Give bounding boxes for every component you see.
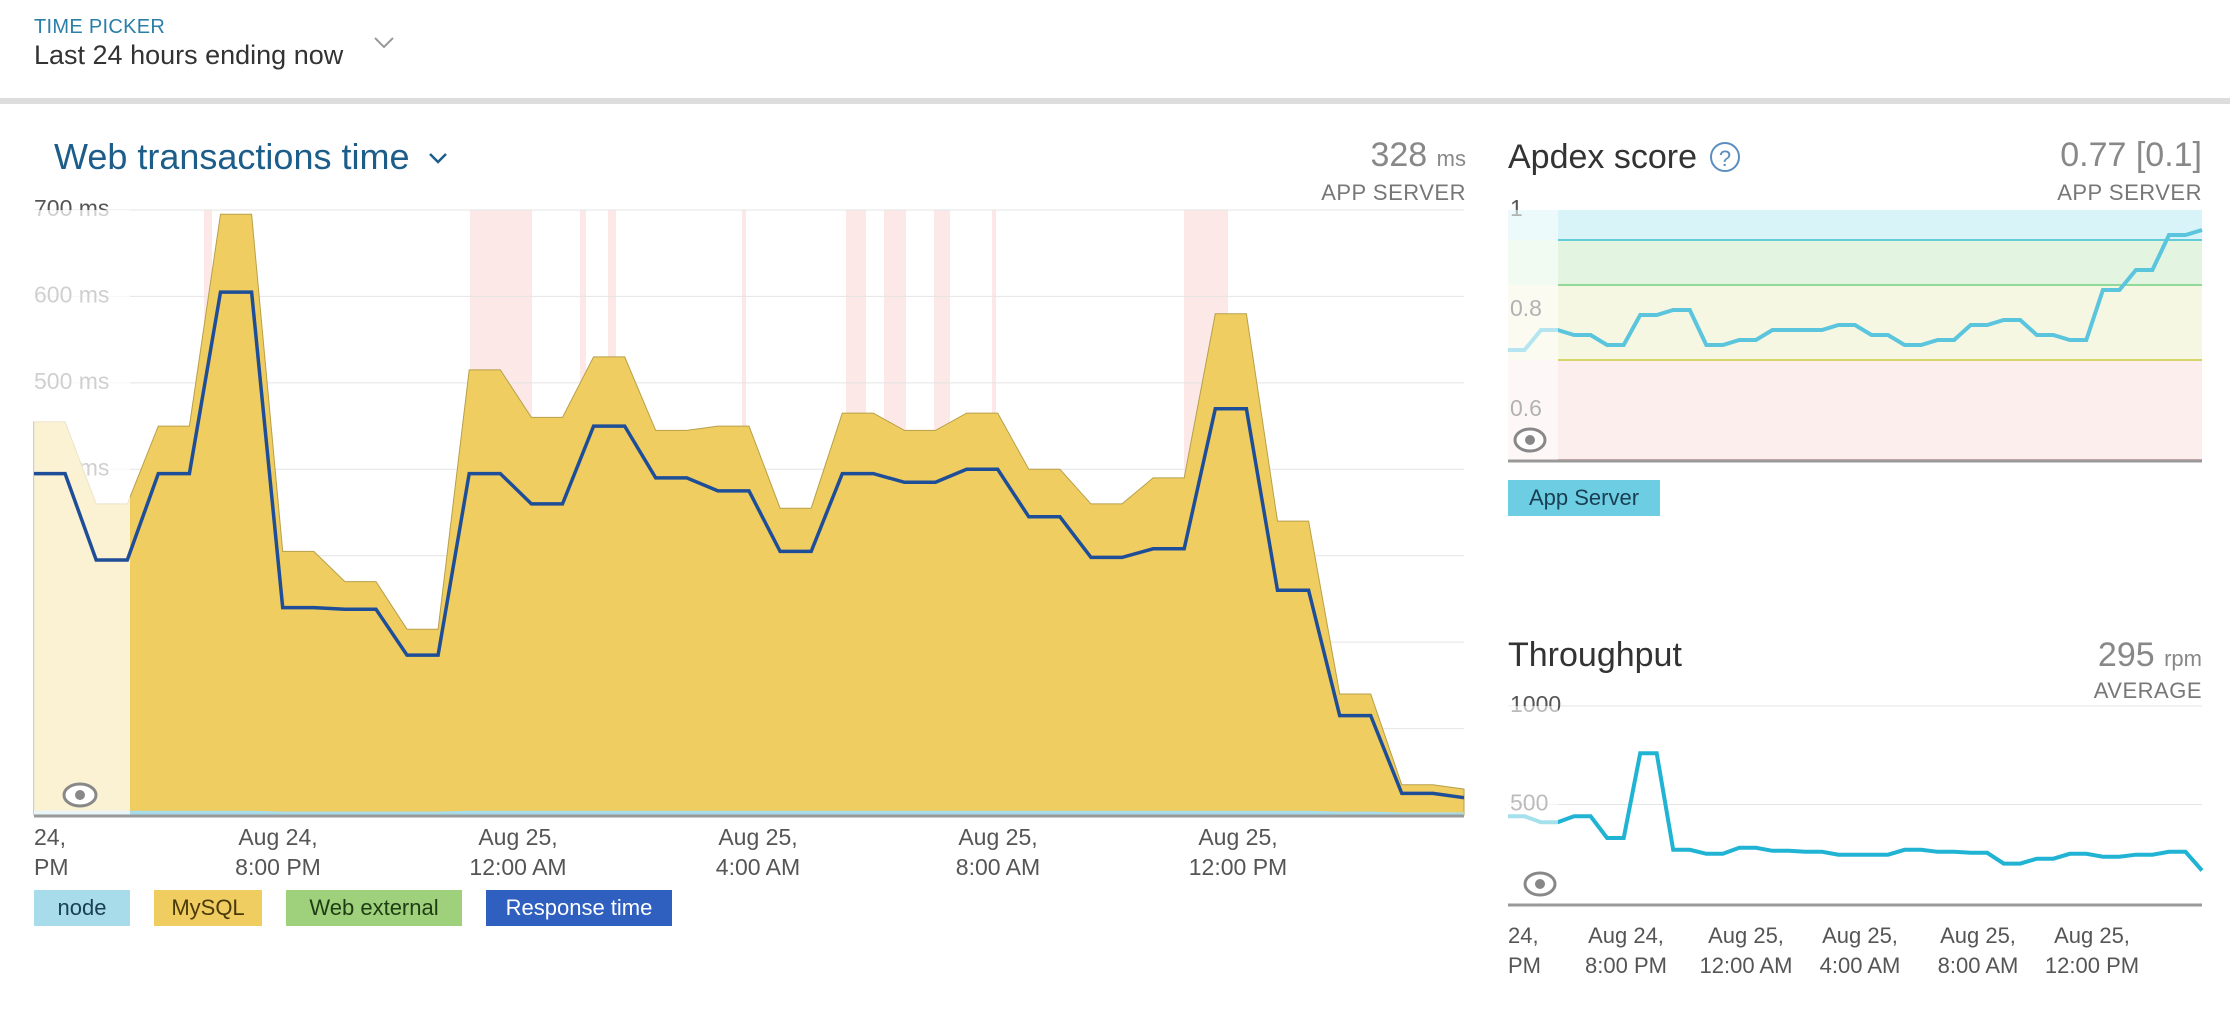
throughput-line (1508, 751, 2204, 872)
eye-icon[interactable] (1523, 871, 1557, 897)
time-picker-bar: TIME PICKER Last 24 hours ending now (0, 0, 2230, 104)
x-tick-label: PM (1508, 953, 1541, 978)
x-tick-label: Aug 25, (1940, 923, 2016, 948)
apdex-zone-excellent (1508, 210, 2202, 240)
mysql-area (33, 213, 1465, 816)
apdex-chart[interactable]: 10.80.6 (1500, 200, 2220, 470)
faded-region (1508, 706, 1558, 901)
node-area (34, 810, 1464, 815)
metric-unit: ms (1436, 146, 1466, 171)
metric-value: 328 (1370, 136, 1428, 174)
faded-region (1508, 210, 1558, 460)
eye-pupil (1525, 435, 1535, 445)
apdex-zone-poor (1508, 360, 2202, 460)
x-tick-label: Aug 24, (1588, 923, 1664, 948)
apdex-zone-fair (1508, 285, 2202, 360)
eye-pupil (75, 790, 85, 800)
chevron-down-icon[interactable] (426, 148, 450, 168)
help-icon[interactable]: ? (1710, 142, 1740, 172)
faded-region (34, 210, 130, 815)
throughput-title: Throughput (1508, 636, 1682, 674)
x-tick-label: 24, (1508, 923, 1539, 948)
x-tick-label: Aug 25, (1198, 824, 1277, 850)
legend-node[interactable]: node (34, 890, 130, 926)
apdex-zone-good (1508, 240, 2202, 285)
eye-icon[interactable] (1513, 427, 1547, 453)
legend-web-external[interactable]: Web external (286, 890, 462, 926)
x-tick-label: 8:00 PM (1585, 953, 1667, 978)
x-tick-label: Aug 25, (718, 824, 797, 850)
x-tick-label: 8:00 PM (235, 854, 321, 880)
x-tick-label: 4:00 AM (716, 854, 800, 880)
x-tick-label: Aug 25, (2054, 923, 2130, 948)
metric-value: 295 (2097, 636, 2155, 674)
web-transactions-title[interactable]: Web transactions time (54, 136, 409, 178)
legend-app-server[interactable]: App Server (1508, 480, 1660, 516)
response-time-metric: 328 ms (1200, 136, 1466, 175)
chevron-down-icon[interactable] (372, 34, 396, 52)
time-picker-value[interactable]: Last 24 hours ending now (34, 40, 343, 71)
legend-mysql[interactable]: MySQL (154, 890, 262, 926)
x-tick-label: Aug 25, (1822, 923, 1898, 948)
x-tick-label: 24, (34, 824, 66, 850)
eye-icon[interactable] (62, 782, 98, 808)
x-tick-label: 12:00 PM (1189, 854, 1287, 880)
throughput-metric: 295 rpm (1900, 636, 2202, 675)
x-tick-label: 8:00 AM (956, 854, 1040, 880)
x-tick-label: PM (34, 854, 69, 880)
x-tick-label: Aug 25, (1708, 923, 1784, 948)
x-tick-label: 12:00 AM (1700, 953, 1793, 978)
metric-unit: rpm (2164, 646, 2202, 671)
time-picker-label: TIME PICKER (34, 16, 166, 38)
legend-response-time[interactable]: Response time (486, 890, 672, 926)
x-tick-label: Aug 25, (958, 824, 1037, 850)
x-tick-label: 12:00 AM (469, 854, 566, 880)
throughput-chart[interactable]: 100050024,PMAug 24,8:00 PMAug 25,12:00 A… (1500, 690, 2220, 990)
x-tick-label: 8:00 AM (1938, 953, 2019, 978)
x-tick-label: Aug 24, (238, 824, 317, 850)
apdex-title: Apdex score (1508, 138, 1697, 176)
apdex-metric: 0.77 [0.1] (2060, 136, 2202, 174)
eye-pupil (1535, 879, 1545, 889)
x-tick-label: 12:00 PM (2045, 953, 2139, 978)
x-tick-label: 4:00 AM (1820, 953, 1901, 978)
web-transactions-chart[interactable]: 700 ms600 ms500 ms400 ms300 ms200 ms100 … (0, 200, 1480, 880)
x-tick-label: Aug 25, (478, 824, 557, 850)
